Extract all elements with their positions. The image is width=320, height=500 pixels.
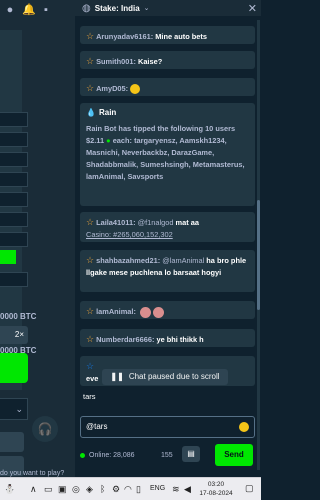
chat-text: Kaise? xyxy=(137,57,163,66)
battery-icon[interactable]: ▯ xyxy=(136,484,141,495)
chat-message: ☆ AmyD05: xyxy=(80,78,255,96)
chat-header: ◍ Stake: India ⌄ ✕ xyxy=(75,0,261,16)
chat-rules-icon[interactable]: ▤ xyxy=(182,446,200,462)
character-count: 155 xyxy=(161,452,173,459)
chat-username[interactable]: shahbazahmed21: xyxy=(96,256,160,265)
chat-text: mat aa xyxy=(175,218,199,227)
emoji-icon xyxy=(139,306,151,318)
language-indicator[interactable]: ENG xyxy=(150,485,165,492)
chat-username[interactable]: Laila41011: xyxy=(96,218,135,227)
pause-icon: ❚❚ xyxy=(110,372,124,381)
whatsapp-icon[interactable]: ◎ xyxy=(72,484,80,495)
game-prompt: do you want to play? xyxy=(0,470,65,477)
close-icon[interactable]: ✕ xyxy=(248,2,257,15)
casino-link[interactable]: Casino: #265,060,152,302 xyxy=(86,230,173,239)
game-panel: ● 🔔 ▪ 0000 BTC 2× 0000 BTC ⌄ do you want… xyxy=(0,0,75,477)
chat-mention[interactable]: @f1nalgod xyxy=(138,218,174,227)
chat-username[interactable]: AmyD05: xyxy=(96,84,128,93)
double-bet-button[interactable]: 2× xyxy=(0,326,28,344)
mention-suggestion[interactable]: tars xyxy=(83,392,96,401)
notification-icon[interactable]: ▢ xyxy=(245,483,254,494)
chevron-up-icon[interactable]: ∧ xyxy=(30,484,37,495)
star-icon: ☆ xyxy=(86,217,95,227)
person-icon[interactable]: ⛄ xyxy=(4,484,15,495)
send-button[interactable]: Send xyxy=(215,444,253,466)
bell-icon[interactable]: 🔔 xyxy=(22,4,36,16)
raindrop-icon: 💧 xyxy=(86,108,96,117)
clock-date: 17-08-2024 xyxy=(199,490,233,497)
bet-field[interactable] xyxy=(0,272,28,287)
rain-title: Rain xyxy=(98,108,117,117)
chat-input[interactable]: @tars xyxy=(80,416,255,438)
chat-message: ☆ Numberdar6666: ye bhi thikk h xyxy=(80,329,255,347)
bet-field[interactable] xyxy=(0,152,28,167)
bet-field[interactable] xyxy=(0,172,28,187)
chat-text: eve xyxy=(86,374,99,383)
chevron-down-icon[interactable]: ⌄ xyxy=(144,4,150,12)
online-dot-icon xyxy=(80,453,85,458)
star-icon: ☆ xyxy=(86,56,95,66)
emoji-icon xyxy=(152,306,164,318)
chat-input-value: @tars xyxy=(86,422,108,431)
chat-mention[interactable]: @lamAnimal xyxy=(162,256,204,265)
bluetooth-icon[interactable]: ᛒ xyxy=(100,484,105,494)
game-topbar: ● 🔔 ▪ xyxy=(0,0,75,20)
dropdown-select[interactable]: ⌄ xyxy=(0,398,28,420)
settings-square[interactable] xyxy=(0,432,24,452)
online-count: Online: 28,086 xyxy=(89,452,135,459)
folder-icon[interactable]: ▭ xyxy=(44,484,53,495)
chat-icon[interactable]: ▪ xyxy=(40,4,52,16)
bet-field[interactable] xyxy=(0,232,28,247)
chat-username[interactable]: Sumith001: xyxy=(96,57,136,66)
multiplier-bar xyxy=(0,250,16,264)
headset-icon[interactable]: 🎧 xyxy=(32,416,58,442)
chat-message: ☆ Arunyadav6161: Mine auto bets xyxy=(80,26,255,44)
wifi-icon[interactable]: ≋ xyxy=(172,484,180,495)
chat-message: ☆ Sumith001: Kaise? xyxy=(80,51,255,69)
shield-icon[interactable]: ◈ xyxy=(86,484,93,495)
bet-field[interactable] xyxy=(0,212,28,227)
settings-icon[interactable]: ⚙ xyxy=(112,484,120,495)
volume-icon[interactable]: ◀ xyxy=(184,484,191,495)
star-icon: ☆ xyxy=(86,334,95,344)
chat-text: ye bhi thikk h xyxy=(156,335,204,344)
teams-icon[interactable]: ▣ xyxy=(58,484,67,495)
person-icon[interactable]: ● xyxy=(4,4,16,16)
star-icon: ☆ xyxy=(86,361,95,371)
taskbar: ⛄ ∧ ▭ ▣ ◎ ◈ ᛒ ⚙ ◠ ▯ ENG ≋ ◀ 03:20 17-08-2… xyxy=(0,477,261,500)
chat-paused-label: Chat paused due to scroll xyxy=(128,372,220,381)
chat-scrollbar[interactable] xyxy=(257,20,260,470)
bet-amount-label: 0000 BTC xyxy=(0,312,37,321)
bet-field[interactable] xyxy=(0,112,28,127)
bet-field[interactable] xyxy=(0,132,28,147)
chat-username[interactable]: Numberdar6666: xyxy=(96,335,154,344)
chat-room-title[interactable]: Stake: India xyxy=(95,4,140,13)
online-status: Online: 28,086 xyxy=(80,452,135,459)
bet-field[interactable] xyxy=(0,192,28,207)
star-icon: ☆ xyxy=(86,255,95,265)
wifi-icon[interactable]: ◠ xyxy=(124,484,132,495)
chat-username[interactable]: lamAnimal: xyxy=(96,307,136,316)
rain-message: 💧 Rain Rain Bot has tipped the following … xyxy=(80,103,255,206)
star-icon: ☆ xyxy=(86,31,95,41)
emoji-icon xyxy=(130,84,141,95)
scroll-thumb[interactable] xyxy=(257,200,260,310)
chat-username[interactable]: Arunyadav6161: xyxy=(96,32,153,41)
chat-message: ☆ lamAnimal: xyxy=(80,301,255,319)
star-icon: ☆ xyxy=(86,306,95,316)
chat-text: Mine auto bets xyxy=(155,32,207,41)
chat-paused-banner[interactable]: ❚❚ Chat paused due to scroll xyxy=(102,369,228,385)
star-icon: ☆ xyxy=(86,83,95,93)
clock-time: 03:20 xyxy=(207,481,225,488)
chat-message: ☆ shahbazahmed21: @lamAnimal ha bro phle … xyxy=(80,250,255,292)
bet-button[interactable] xyxy=(0,353,28,383)
rain-each: each: xyxy=(112,136,132,145)
globe-icon: ◍ xyxy=(82,2,91,14)
rain-coin-icon: ● xyxy=(106,136,111,145)
clock[interactable]: 03:20 17-08-2024 xyxy=(196,480,236,498)
chat-message: ☆ Laila41011: @f1nalgod mat aa Casino: #2… xyxy=(80,212,255,242)
chat-panel: ◍ Stake: India ⌄ ✕ ☆ Arunyadav6161: Mine … xyxy=(75,0,261,477)
emoji-picker-icon[interactable] xyxy=(239,422,249,432)
